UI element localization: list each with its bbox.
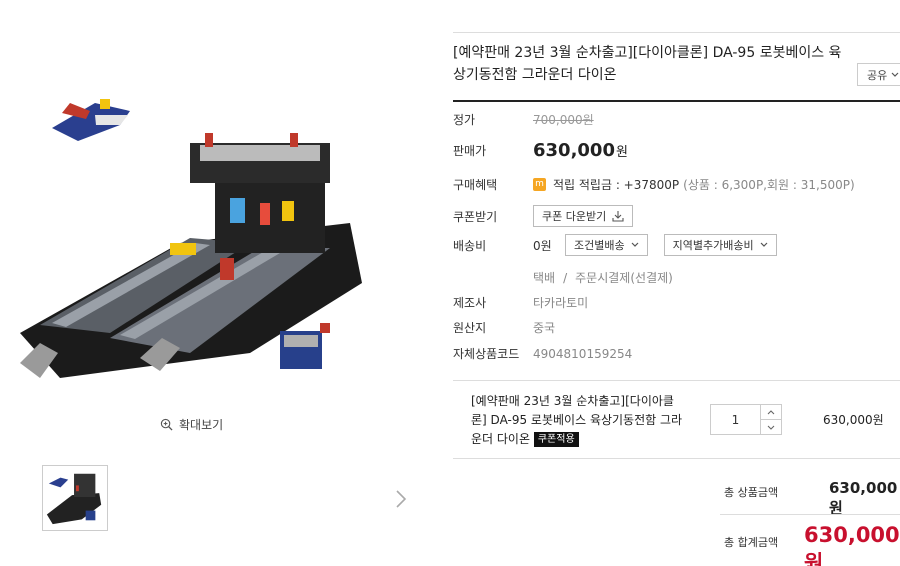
mileage-icon: m bbox=[533, 178, 546, 191]
divider bbox=[453, 458, 900, 459]
maker-row: 제조사 타카라토미 bbox=[453, 294, 588, 311]
list-price-row: 정가 700,000원 bbox=[453, 111, 594, 128]
product-code-label: 자체상품코드 bbox=[453, 347, 520, 361]
grand-total-amount: 630,000원 bbox=[804, 523, 900, 566]
list-price-value: 700,000원 bbox=[533, 113, 594, 127]
coupon-label: 쿠폰받기 bbox=[453, 209, 498, 224]
product-image bbox=[20, 99, 362, 378]
quantity-decrease-button[interactable] bbox=[761, 420, 781, 434]
chevron-down-icon bbox=[631, 242, 639, 247]
origin-value: 중국 bbox=[533, 321, 556, 335]
divider bbox=[720, 514, 900, 515]
thumbnail-image bbox=[46, 473, 102, 525]
selected-option-name: [예약판매 23년 3월 순차출고][다이아클론] DA-95 로봇베이스 육상… bbox=[471, 392, 686, 449]
zoom-label: 확대보기 bbox=[179, 418, 224, 432]
product-title: [예약판매 23년 3월 순차출고][다이아클론] DA-95 로봇베이스 육상… bbox=[453, 45, 842, 83]
benefit-detail: (상품 : 6,300P,회원 : 31,500P) bbox=[683, 178, 855, 192]
divider bbox=[453, 32, 900, 33]
share-button[interactable]: 공유 bbox=[857, 63, 900, 86]
truck-figure bbox=[280, 323, 330, 369]
product-code-row: 자체상품코드 4904810159254 bbox=[453, 345, 632, 362]
sale-price-value: 630,000 bbox=[533, 140, 615, 161]
coupon-download-button[interactable]: 쿠폰 다운받기 bbox=[533, 205, 634, 227]
shipping-condition-label: 조건별배송 bbox=[574, 239, 625, 252]
origin-row: 원산지 중국 bbox=[453, 319, 555, 336]
benefit-row: 구매혜택 m 적립 적립금 : +37800P (상품 : 6,300P,회원 … bbox=[453, 176, 855, 193]
coupon-download-label: 쿠폰 다운받기 bbox=[542, 210, 607, 223]
quantity-increase-button[interactable] bbox=[761, 405, 781, 420]
zoom-in-icon bbox=[160, 418, 173, 431]
jet-figure bbox=[52, 99, 130, 141]
thumbnail-1[interactable] bbox=[42, 465, 108, 531]
grand-total-label: 총 합계금액 bbox=[724, 536, 779, 549]
share-label: 공유 bbox=[867, 68, 888, 82]
coupon-applied-badge: 쿠폰적용 bbox=[533, 432, 579, 447]
chevron-up-icon bbox=[767, 409, 775, 414]
delivery-separator: / bbox=[563, 270, 568, 285]
zoom-button[interactable]: 확대보기 bbox=[160, 416, 223, 433]
benefit-text: 적립 적립금 : +37800P bbox=[553, 178, 680, 192]
product-info-panel: [예약판매 23년 3월 순차출고][다이아클론] DA-95 로봇베이스 육상… bbox=[453, 0, 900, 566]
divider bbox=[453, 100, 900, 102]
quantity-input[interactable]: 1 bbox=[711, 405, 761, 434]
download-icon bbox=[612, 211, 624, 222]
shipping-row: 배송비 0원 조건별배송 지역별추가배송비 bbox=[453, 234, 777, 256]
shipping-fee: 0원 bbox=[533, 238, 552, 253]
shipping-condition-dropdown[interactable]: 조건별배송 bbox=[565, 234, 648, 256]
delivery-method-row: 택배 / 주문시결제(선결제) bbox=[533, 269, 673, 286]
shipping-label: 배송비 bbox=[453, 238, 487, 253]
coupon-row: 쿠폰받기 쿠폰 다운받기 bbox=[453, 205, 634, 227]
maker-value: 타카라토미 bbox=[533, 296, 589, 310]
chevron-down-icon bbox=[760, 242, 768, 247]
product-main-image[interactable] bbox=[0, 33, 430, 405]
product-code-value: 4904810159254 bbox=[533, 346, 633, 361]
total-product-label: 총 상품금액 bbox=[724, 486, 779, 499]
regional-shipping-label: 지역별추가배송비 bbox=[672, 239, 754, 252]
maker-label: 제조사 bbox=[453, 296, 487, 310]
sale-price-row: 판매가 630,000 원 bbox=[453, 140, 628, 161]
chevron-down-icon bbox=[767, 425, 775, 430]
divider bbox=[453, 380, 900, 381]
regional-shipping-dropdown[interactable]: 지역별추가배송비 bbox=[663, 234, 777, 256]
benefit-label: 구매혜택 bbox=[453, 178, 498, 192]
total-product-amount: 630,000원 bbox=[829, 479, 898, 517]
quantity-stepper: 1 bbox=[710, 404, 782, 435]
sale-price-unit: 원 bbox=[615, 145, 628, 160]
delivery-payment: 주문시결제(선결제) bbox=[575, 271, 673, 285]
option-price: 630,000원 bbox=[823, 413, 884, 427]
sale-price-label: 판매가 bbox=[453, 144, 487, 158]
chevron-down-icon bbox=[891, 72, 899, 77]
origin-label: 원산지 bbox=[453, 321, 487, 335]
chevron-right-icon[interactable] bbox=[393, 488, 409, 510]
list-price-label: 정가 bbox=[453, 113, 476, 127]
delivery-method: 택배 bbox=[533, 271, 556, 285]
